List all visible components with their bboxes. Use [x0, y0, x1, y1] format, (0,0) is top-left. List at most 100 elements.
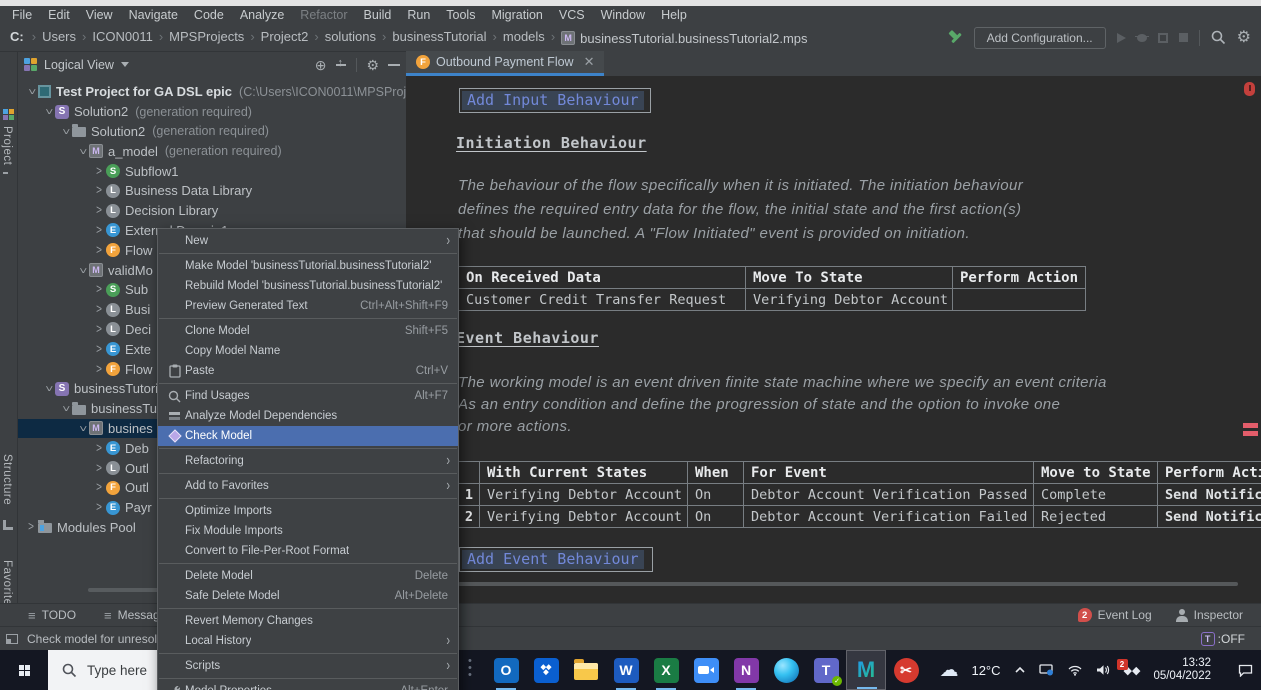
menu-item-new[interactable]: New› — [158, 231, 458, 251]
clock[interactable]: 13:32 05/04/2022 — [1153, 657, 1211, 683]
breadcrumb-item-solutions[interactable]: solutions — [325, 29, 376, 44]
hide-panel-icon[interactable] — [388, 64, 400, 66]
settings-gear-icon[interactable]: ⚙ — [1237, 30, 1251, 46]
collapse-all-icon[interactable] — [335, 59, 347, 71]
menu-item-make-model-businesstutorial-businesstuto[interactable]: Make Model 'businessTutorial.businessTut… — [158, 256, 458, 276]
menu-item-scripts[interactable]: Scripts› — [158, 656, 458, 676]
chevron-right-icon[interactable]: > — [92, 500, 106, 514]
taskbar-icon-zoom[interactable] — [686, 650, 726, 690]
chevron-right-icon[interactable]: > — [92, 303, 106, 317]
taskbar-icon-dropbox[interactable]: ◆◆◆ — [526, 650, 566, 690]
tab-todo[interactable]: ≡ TODO — [28, 608, 76, 623]
breadcrumb-item-mpsprojects[interactable]: MPSProjects — [169, 29, 244, 44]
chevron-right-icon[interactable]: > — [92, 204, 106, 218]
taskbar-icon-outlook[interactable]: O — [486, 650, 526, 690]
menu-item-revert-memory-changes[interactable]: Revert Memory Changes — [158, 611, 458, 631]
taskbar-icon-snip[interactable]: ✂ — [886, 650, 926, 690]
table-cell[interactable]: Customer Credit Transfer Request — [459, 289, 746, 311]
menubar-item-help[interactable]: Help — [653, 8, 695, 22]
table-header-cell[interactable]: When — [688, 462, 744, 484]
chevron-down-icon[interactable]: > — [75, 263, 89, 277]
menu-item-rebuild-model-businesstutorial-businesst[interactable]: Rebuild Model 'businessTutorial.business… — [158, 276, 458, 296]
windows-start-button[interactable] — [0, 650, 48, 690]
chevron-right-icon[interactable]: > — [92, 342, 106, 356]
tree-row-business-data-library[interactable]: >LBusiness Data Library — [18, 181, 406, 201]
menu-item-clone-model[interactable]: Clone ModelShift+F5 — [158, 321, 458, 341]
breadcrumb-drive[interactable]: C: — [10, 29, 24, 44]
chevron-right-icon[interactable]: > — [24, 520, 38, 534]
table-cell[interactable]: Debtor Account Verification Passed — [744, 484, 1034, 506]
tray-chevron-up-icon[interactable] — [1014, 666, 1026, 674]
weather-cloud-icon[interactable]: ☁ — [939, 659, 958, 682]
taskbar-icon-mps[interactable]: M — [846, 650, 886, 690]
stop-icon[interactable] — [1179, 33, 1188, 42]
chevron-right-icon[interactable]: > — [92, 184, 106, 198]
locate-icon[interactable]: ⊕ — [315, 58, 327, 72]
view-selector[interactable]: Logical View — [44, 58, 114, 72]
taskbar-icon-word[interactable]: W — [606, 650, 646, 690]
tab-outbound-payment-flow[interactable]: F Outbound Payment Flow ✕ — [406, 51, 604, 76]
wifi-icon[interactable] — [1067, 664, 1083, 676]
menu-item-fix-module-imports[interactable]: Fix Module Imports — [158, 521, 458, 541]
menubar-item-run[interactable]: Run — [399, 8, 438, 22]
menubar-item-analyze[interactable]: Analyze — [232, 8, 292, 22]
chevron-right-icon[interactable]: > — [92, 481, 106, 495]
chevron-down-icon[interactable]: > — [58, 124, 72, 138]
table-cell[interactable]: 1 — [459, 484, 480, 506]
table-header-cell[interactable]: On Received Data — [459, 267, 746, 289]
editor-horizontal-scrollbar[interactable] — [458, 582, 1238, 586]
add-configuration-button[interactable]: Add Configuration... — [974, 27, 1106, 49]
tree-row-solution2[interactable]: >SSolution2(generation required) — [18, 102, 406, 122]
menubar-item-file[interactable]: File — [4, 8, 40, 22]
table-cell[interactable]: Rejected — [1034, 506, 1158, 528]
taskbar-icon-file-explorer[interactable] — [566, 650, 606, 690]
table-cell[interactable]: Complete — [1034, 484, 1158, 506]
panel-settings-gear-icon[interactable]: ⚙ — [366, 58, 379, 72]
chevron-down-icon[interactable]: > — [41, 382, 55, 396]
table-header-cell[interactable]: Move To State — [746, 267, 953, 289]
table-header-cell[interactable]: Perform Action — [953, 267, 1086, 289]
tool-tab-structure[interactable]: Structure — [1, 454, 13, 505]
breadcrumb-item-businesstutorial[interactable]: businessTutorial — [392, 29, 486, 44]
menu-item-preview-generated-text[interactable]: Preview Generated TextCtrl+Alt+Shift+F9 — [158, 296, 458, 316]
menubar-item-view[interactable]: View — [78, 8, 121, 22]
breadcrumb-file[interactable]: MbusinessTutorial.businessTutorial2.mps — [561, 31, 807, 46]
temperature-label[interactable]: 12°C — [971, 663, 1000, 678]
chevron-down-icon[interactable]: > — [41, 105, 55, 119]
table-header-cell[interactable]: Perform Acti — [1158, 462, 1261, 484]
structure-tab-icon[interactable] — [3, 520, 13, 530]
project-tool-icon[interactable] — [3, 109, 14, 120]
chevron-right-icon[interactable]: > — [92, 164, 106, 178]
chevron-right-icon[interactable]: > — [92, 461, 106, 475]
search-everywhere-icon[interactable] — [1211, 30, 1226, 45]
menubar-item-navigate[interactable]: Navigate — [121, 8, 186, 22]
make-project-icon[interactable] — [947, 30, 963, 46]
add-event-behaviour-button[interactable]: Add Event Behaviour — [459, 547, 653, 572]
tree-row-a-model[interactable]: >Ma_model(generation required) — [18, 141, 406, 161]
chevron-down-icon[interactable]: > — [75, 144, 89, 158]
table-cell[interactable]: Verifying Debtor Account — [746, 289, 953, 311]
menu-item-safe-delete-model[interactable]: Safe Delete ModelAlt+Delete — [158, 586, 458, 606]
menu-item-convert-to-file-per-root-format[interactable]: Convert to File-Per-Root Format — [158, 541, 458, 561]
run-icon[interactable] — [1117, 33, 1126, 43]
typesystem-badge[interactable]: T — [1201, 632, 1215, 646]
display-cast-icon[interactable] — [1039, 664, 1054, 676]
table-cell[interactable]: On — [688, 484, 744, 506]
table-cell[interactable]: On — [688, 506, 744, 528]
tree-row-solution2[interactable]: >Solution2(generation required) — [18, 122, 406, 142]
tab-inspector[interactable]: Inspector — [1176, 608, 1243, 622]
chevron-down-icon[interactable]: > — [75, 421, 89, 435]
menu-item-paste[interactable]: PasteCtrl+V — [158, 361, 458, 381]
table-cell[interactable]: 2 — [459, 506, 480, 528]
menu-item-find-usages[interactable]: Find UsagesAlt+F7 — [158, 386, 458, 406]
menu-item-optimize-imports[interactable]: Optimize Imports — [158, 501, 458, 521]
debug-icon[interactable] — [1137, 34, 1147, 42]
close-tab-icon[interactable]: ✕ — [584, 54, 595, 70]
volume-icon[interactable] — [1096, 664, 1111, 676]
coverage-icon[interactable] — [1158, 33, 1168, 43]
breadcrumb-item-project2[interactable]: Project2 — [261, 29, 309, 44]
menubar-item-build[interactable]: Build — [356, 8, 400, 22]
chevron-right-icon[interactable]: > — [92, 283, 106, 297]
breadcrumb-item-icon0011[interactable]: ICON0011 — [92, 29, 152, 44]
menu-item-local-history[interactable]: Local History› — [158, 631, 458, 651]
